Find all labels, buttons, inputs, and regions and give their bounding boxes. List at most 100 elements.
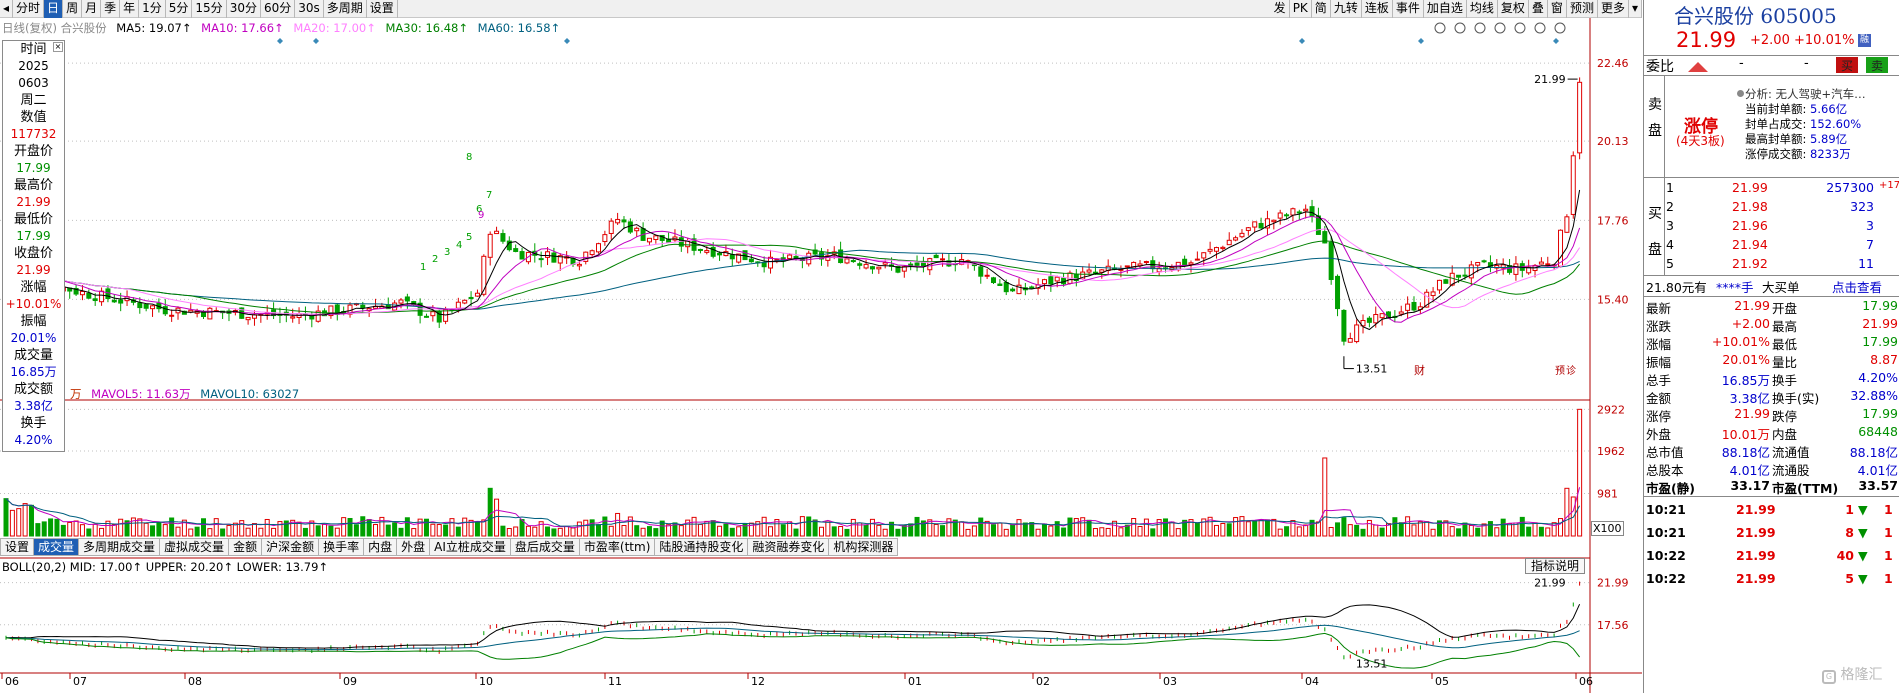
tick-price: 21.99 [1736, 571, 1776, 586]
candle-body [143, 304, 149, 309]
kline-chart[interactable]: 22.4620.1317.7615.4021.9913.51 财预诊1234567… [0, 18, 1642, 693]
indicator-tab[interactable]: 市盈率(ttm) [579, 538, 656, 556]
toolbar-tool-button[interactable]: 叠 [1529, 0, 1548, 18]
tick-count: 1 [1884, 525, 1893, 540]
period-tab[interactable]: 30s [295, 0, 324, 18]
price-axis-label: 15.40 [1597, 293, 1629, 306]
collapse-arrow-icon[interactable] [1688, 62, 1708, 72]
buy-button[interactable]: 买 [1836, 57, 1858, 73]
toolbar-tool-button[interactable]: 预测 [1567, 0, 1598, 18]
bid-level: 3 [1666, 218, 1674, 233]
volume-bar [615, 512, 621, 537]
candle-body [1194, 258, 1200, 261]
popup-close-label: 收盘价 [13, 246, 53, 261]
volume-bar [621, 524, 627, 537]
period-tab[interactable]: 分时 [13, 0, 45, 18]
indicator-tab[interactable]: 多周期成交量 [79, 538, 161, 556]
volume-bar [455, 526, 461, 537]
margin-badge[interactable]: 融 [1858, 34, 1871, 47]
period-tab[interactable]: 日 [44, 0, 64, 18]
candle-body [169, 314, 175, 317]
toolbar-tool-button[interactable]: 窗 [1548, 0, 1567, 18]
candle-body [92, 298, 98, 302]
indicator-tab[interactable]: 内盘 [364, 538, 398, 556]
toolbar-tool-button[interactable]: 加自选 [1424, 0, 1467, 18]
volume-bar [1284, 526, 1290, 537]
toolbar-back-icon[interactable]: ◂ [0, 0, 14, 18]
indicator-tab[interactable]: 融资融券变化 [748, 538, 830, 556]
period-tab[interactable]: 30分 [227, 0, 261, 18]
quote-value: 33.17 [1730, 478, 1770, 493]
toolbar-tool-button[interactable]: 均线 [1467, 0, 1498, 18]
toolbar-tool-button[interactable]: 发 [1271, 0, 1290, 18]
volume-bar [9, 509, 15, 537]
toolbar-tool-button[interactable]: 九转 [1331, 0, 1362, 18]
watermark: G 格隆汇 [1822, 664, 1882, 684]
volume-bar [583, 519, 589, 537]
indicator-tab[interactable]: 设置 [0, 538, 35, 556]
volume-bar [608, 525, 614, 537]
indicator-tab[interactable]: AI立桩成交量 [430, 538, 511, 556]
close-icon[interactable]: × [53, 42, 63, 52]
bid-level-row[interactable]: 3 21.96 3 [1644, 217, 1899, 235]
volume-bar [978, 517, 984, 537]
volume-bar [640, 527, 646, 537]
eye-icon [1434, 22, 1446, 34]
toolbar-tool-button[interactable]: 简 [1312, 0, 1331, 18]
indicator-tab[interactable]: 盘后成交量 [510, 538, 580, 556]
period-tab[interactable]: 周 [63, 0, 83, 18]
candle-body [621, 219, 627, 223]
period-tab[interactable]: 60分 [261, 0, 296, 18]
period-tab[interactable]: 15分 [192, 0, 227, 18]
tick-time: 10:22 [1646, 548, 1686, 563]
td-count-label: 7 [486, 190, 492, 201]
volume-bar [449, 518, 455, 537]
volume-bar [245, 527, 251, 537]
tick-row: 10:21 21.99 1 ▼ 1 [1644, 501, 1899, 519]
volume-bar [1296, 526, 1302, 537]
indicator-tab[interactable]: 外盘 [397, 538, 431, 556]
candle-body [793, 255, 799, 259]
indicator-tab[interactable]: 虚拟成交量 [160, 538, 230, 556]
tick-volume: 8 [1845, 525, 1854, 540]
toolbar-tool-button[interactable]: 复权 [1498, 0, 1529, 18]
toolbar-tool-button[interactable]: PK [1290, 0, 1312, 18]
period-tab[interactable]: 设置 [367, 0, 398, 18]
big-order-price: 21.80元有 [1646, 280, 1707, 295]
indicator-tab[interactable]: 沪深金额 [262, 538, 320, 556]
period-tab[interactable]: 月 [82, 0, 102, 18]
volume-bar [1239, 516, 1245, 537]
sell-button[interactable]: 卖 [1866, 57, 1888, 73]
bid-volume: 11 [1858, 256, 1874, 271]
bid-level-row[interactable]: 5 21.92 11 [1644, 255, 1899, 273]
toolbar-tool-button[interactable]: 事件 [1393, 0, 1424, 18]
period-tab[interactable]: 季 [101, 0, 121, 18]
period-tab[interactable]: 多周期 [324, 0, 367, 18]
period-tab[interactable]: 年 [120, 0, 140, 18]
toolbar-tool-button[interactable]: 连板 [1362, 0, 1393, 18]
period-tab[interactable]: 5分 [166, 0, 193, 18]
indicator-tab[interactable]: 机构探测器 [829, 538, 899, 556]
indicator-tab[interactable]: 换手率 [319, 538, 365, 556]
bid-level-row[interactable]: 1 21.99 257300 +17 [1644, 179, 1899, 197]
toolbar-more-icon[interactable]: ▾ [1629, 0, 1642, 18]
bid-level-row[interactable]: 4 21.94 7 [1644, 236, 1899, 254]
indicator-tab[interactable]: 金额 [229, 538, 263, 556]
volume-bar [16, 508, 22, 537]
indicator-help-button[interactable]: 指标说明 [1525, 558, 1585, 574]
stock-pct: +10.01% [1794, 33, 1855, 48]
chart-area[interactable]: 22.46 20.13 17.76 15.40 21.99 13.51 财预诊 1 2 3 4 5 6 7… [0, 18, 1642, 693]
period-tab[interactable]: 1分 [139, 0, 166, 18]
candle-body [940, 258, 946, 261]
big-order-view-link[interactable]: 点击查看 [1832, 277, 1882, 296]
candle-body [1366, 317, 1372, 323]
limit-stat-key: 涨停成交额: [1745, 147, 1807, 161]
big-order-bar[interactable]: 21.80元有 ****手 大买单 点击查看 [1644, 276, 1899, 296]
quote-value: 32.88% [1850, 388, 1898, 403]
x-axis-label: 05 [1435, 675, 1449, 688]
indicator-tab[interactable]: 成交量 [34, 538, 80, 556]
candle-body [933, 254, 939, 259]
toolbar-tool-button[interactable]: 更多 [1598, 0, 1629, 18]
indicator-tab[interactable]: 陆股通持股变化 [655, 538, 749, 556]
bid-level-row[interactable]: 2 21.98 323 [1644, 198, 1899, 216]
